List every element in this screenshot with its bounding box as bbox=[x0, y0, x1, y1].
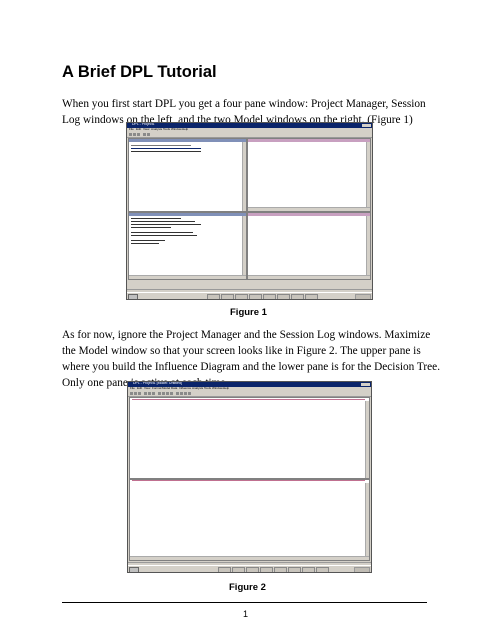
figure2-screenshot: DPL - Project1 [Model: Untitled] File Ed… bbox=[127, 381, 372, 573]
figure1-caption: Figure 1 bbox=[230, 307, 267, 318]
page-number: 1 bbox=[243, 609, 249, 619]
model-lower-pane bbox=[247, 212, 371, 280]
menu-analysis: Analysis bbox=[192, 386, 204, 390]
figure1-screenshot: DPL - Project1 File Edit View Analysis T… bbox=[126, 122, 373, 300]
system-tray bbox=[355, 294, 371, 299]
menu-model: Model bbox=[162, 386, 171, 390]
menu-file: File bbox=[130, 386, 135, 390]
window-buttons bbox=[362, 124, 371, 127]
menu-window: Window bbox=[171, 127, 182, 131]
menu-file: File bbox=[129, 127, 134, 131]
figure1-taskbar bbox=[127, 292, 372, 299]
document-title: A Brief DPL Tutorial bbox=[62, 63, 217, 81]
figure2-taskbar bbox=[128, 565, 371, 572]
figure2-caption: Figure 2 bbox=[229, 582, 266, 593]
window-buttons bbox=[361, 383, 370, 386]
model-upper-pane bbox=[247, 138, 371, 212]
menu-edit: Edit bbox=[136, 127, 142, 131]
start-button bbox=[128, 294, 138, 299]
figure2-window-title: DPL - Project1 [Model: Untitled] bbox=[133, 381, 182, 385]
menu-view: View bbox=[144, 386, 151, 390]
footer-rule bbox=[62, 602, 427, 603]
menu-tools: Tools bbox=[163, 127, 171, 131]
decision-tree-pane bbox=[129, 479, 370, 561]
project-manager-pane bbox=[128, 138, 247, 212]
figure1-window-title: DPL - Project1 bbox=[132, 122, 155, 126]
system-tray bbox=[354, 567, 370, 572]
menu-help: Help bbox=[223, 386, 230, 390]
menu-influence: Influence bbox=[179, 386, 192, 390]
menu-data: Data bbox=[171, 386, 178, 390]
session-log-pane bbox=[128, 212, 247, 280]
menu-format: Format bbox=[152, 386, 162, 390]
menu-edit: Edit bbox=[137, 386, 143, 390]
menu-analysis: Analysis bbox=[151, 127, 163, 131]
menu-window: Window bbox=[212, 386, 223, 390]
menu-view: View bbox=[143, 127, 150, 131]
influence-diagram-pane bbox=[129, 397, 370, 479]
menu-help: Help bbox=[182, 127, 189, 131]
start-button bbox=[129, 567, 139, 572]
menu-tools: Tools bbox=[204, 386, 212, 390]
